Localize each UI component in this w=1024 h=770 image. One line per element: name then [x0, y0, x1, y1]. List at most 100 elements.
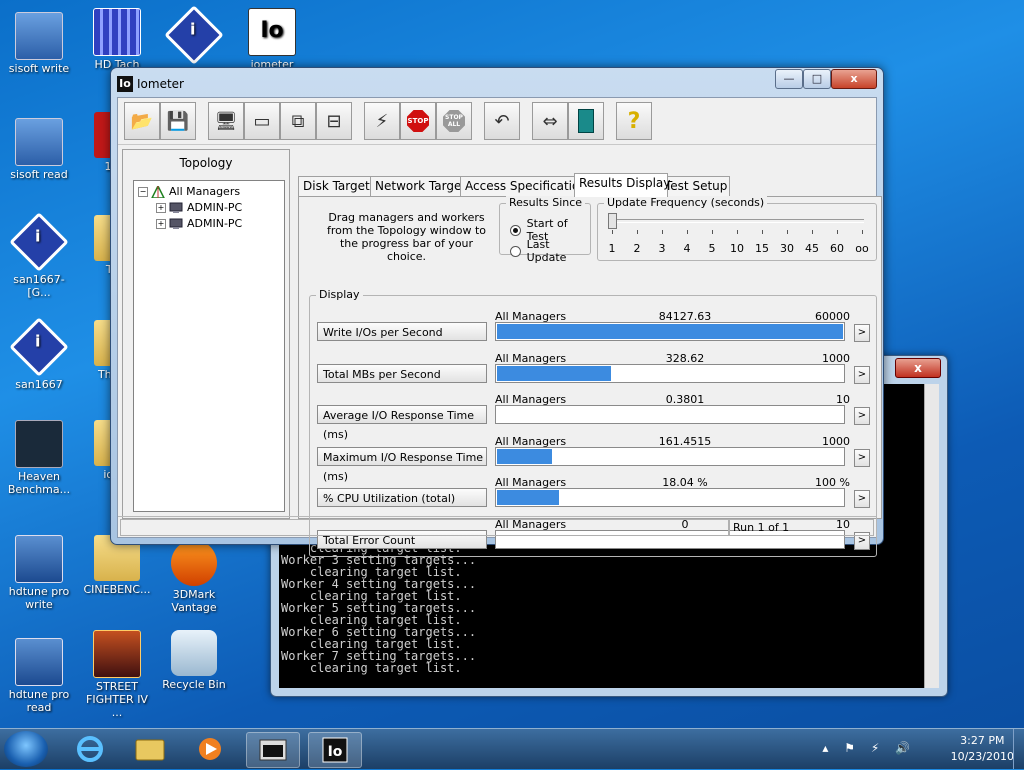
- hd-tach-icon[interactable]: [93, 8, 141, 56]
- heaven-icon[interactable]: [15, 420, 63, 468]
- taskbar-media-player-icon[interactable]: [184, 732, 236, 766]
- progress-bar[interactable]: [495, 488, 845, 507]
- open-config-icon: 📂: [130, 110, 154, 132]
- desktop-icon-3dmark[interactable]: 3DMark Vantage: [157, 540, 231, 614]
- desktop-icon-label: STREET FIGHTER IV ...: [86, 680, 148, 719]
- result-row: Maximum I/O Response Time (ms) All Manage…: [310, 427, 876, 483]
- sisoftware-icon[interactable]: i: [164, 5, 224, 65]
- tree-node-manager[interactable]: + ADMIN-PC: [156, 217, 242, 230]
- desktop-icon-san1667[interactable]: i san1667: [2, 317, 76, 391]
- stop-all-button[interactable]: STOP ALL: [436, 102, 472, 140]
- progress-bar[interactable]: [495, 322, 845, 341]
- frequency-slider-thumb[interactable]: [608, 213, 617, 229]
- slider-tick-label: 15: [755, 242, 769, 255]
- desktop-icon-hdtune-read[interactable]: hdtune pro read: [2, 638, 76, 714]
- slider-tick-mark: [612, 230, 613, 234]
- tray-icons[interactable]: ▴ ⚑ ⚡ 🔊: [822, 741, 916, 755]
- desktop-icon-recycle-bin[interactable]: Recycle Bin: [157, 630, 231, 691]
- slider-tick-mark: [637, 230, 638, 234]
- expand-arrow-button[interactable]: >: [854, 365, 870, 384]
- expand-icon[interactable]: +: [156, 202, 166, 213]
- console-close-button[interactable]: x: [895, 358, 941, 378]
- new-disk-worker-button[interactable]: 🖥: [208, 102, 244, 140]
- title-bar[interactable]: Io Iometer — □ x: [111, 68, 883, 96]
- reset-workers-icon: ↶: [494, 110, 510, 132]
- slider-tick-mark: [812, 230, 813, 234]
- start-tests-button[interactable]: ⚡: [364, 102, 400, 140]
- minimize-button[interactable]: —: [775, 69, 803, 89]
- expand-icon[interactable]: +: [156, 218, 166, 229]
- taskbar-console-icon[interactable]: [246, 732, 300, 768]
- recycle-bin-icon[interactable]: [171, 630, 217, 676]
- open-config-button[interactable]: 📂: [124, 102, 160, 140]
- save-config-button[interactable]: 💾: [160, 102, 196, 140]
- slider-tick-label: 1: [608, 242, 616, 255]
- tab-test-setup[interactable]: Test Setup: [660, 176, 730, 196]
- show-desktop-button[interactable]: [1013, 729, 1024, 769]
- iometer-app-icon: Io: [117, 76, 133, 92]
- tray-clock[interactable]: 3:27 PM 10/23/2010: [951, 733, 1014, 765]
- disconnect-button[interactable]: ⊟: [316, 102, 352, 140]
- street-fighter-icon[interactable]: [93, 630, 141, 678]
- maximize-button[interactable]: □: [803, 69, 831, 89]
- progress-bar[interactable]: [495, 363, 845, 383]
- metric-select-button[interactable]: Total MBs per Second: [317, 363, 487, 383]
- metric-select-button[interactable]: Write I/Os per Second: [317, 322, 487, 341]
- expand-arrow-button[interactable]: >: [854, 448, 870, 467]
- desktop-icon-label: hdtune pro read: [8, 688, 70, 714]
- 3dmark-icon[interactable]: [171, 540, 217, 586]
- desktop-icon-sisoft-read[interactable]: sisoft read: [2, 118, 76, 181]
- slider-tick-label: 5: [708, 242, 716, 255]
- taskbar-explorer-icon[interactable]: [124, 732, 176, 766]
- tree-node-all-managers[interactable]: − All Managers: [138, 185, 240, 198]
- metric-select-button[interactable]: % CPU Utilization (total): [317, 488, 487, 507]
- help-button[interactable]: ?: [616, 102, 652, 140]
- exit-button[interactable]: ⇔: [532, 102, 568, 140]
- hdtune-read-icon[interactable]: [15, 638, 63, 686]
- expand-arrow-button[interactable]: >: [854, 407, 870, 425]
- tab-disk-targets[interactable]: Disk Targets: [298, 176, 378, 196]
- expand-arrow-button[interactable]: >: [854, 324, 870, 342]
- topology-tree[interactable]: − All Managers + ADMIN-PC + ADMIN-PC: [133, 180, 285, 512]
- slider-tick-mark: [712, 230, 713, 234]
- hdtune-write-icon[interactable]: [15, 535, 63, 583]
- san1667-g-icon[interactable]: i: [9, 212, 69, 272]
- tab-access-specifications[interactable]: Access Specifications: [460, 176, 593, 196]
- expand-arrow-button[interactable]: >: [854, 490, 870, 508]
- taskbar-iometer-icon[interactable]: Io: [308, 732, 362, 768]
- reset-workers-button[interactable]: ↶: [484, 102, 520, 140]
- door-button[interactable]: [568, 102, 604, 140]
- desktop-icon-heaven[interactable]: Heaven Benchma...: [2, 420, 76, 496]
- new-network-worker-button[interactable]: ▭: [244, 102, 280, 140]
- frequency-slider-track[interactable]: [610, 219, 864, 223]
- metric-select-button[interactable]: Average I/O Response Time (ms): [317, 405, 487, 441]
- san1667-icon[interactable]: i: [9, 317, 69, 377]
- stop-button[interactable]: STOP: [400, 102, 436, 140]
- desktop-icon-street-fighter[interactable]: STREET FIGHTER IV ...: [80, 630, 154, 719]
- tab-results-display[interactable]: Results Display: [574, 173, 670, 197]
- metric-select-button[interactable]: Maximum I/O Response Time (ms): [317, 446, 487, 483]
- iometer-icon[interactable]: Io: [248, 8, 296, 56]
- collapse-icon[interactable]: −: [138, 186, 148, 197]
- progress-bar[interactable]: [495, 446, 845, 466]
- progress-bar[interactable]: [495, 405, 845, 424]
- desktop-icon-san1667-g[interactable]: i san1667-[G...: [2, 212, 76, 299]
- tab-network-targets[interactable]: Network Targets: [370, 176, 472, 196]
- duplicate-worker-button[interactable]: ⧉: [280, 102, 316, 140]
- radio-unselected-icon[interactable]: [510, 245, 521, 257]
- desktop-icon-iometer[interactable]: Io iometer: [235, 8, 309, 71]
- console-scrollbar[interactable]: [924, 384, 939, 688]
- start-button[interactable]: [4, 731, 48, 767]
- sisoft-write-icon[interactable]: [15, 12, 63, 60]
- update-frequency-label: Update Frequency (seconds): [604, 196, 768, 209]
- taskbar-ie-icon[interactable]: [64, 732, 116, 766]
- desktop-icon-label: sisoft read: [10, 168, 68, 181]
- radio-last-update[interactable]: Last Update: [510, 238, 590, 264]
- radio-selected-icon[interactable]: [510, 224, 521, 236]
- desktop-icon-hd-tach[interactable]: HD Tach: [80, 8, 154, 71]
- close-button[interactable]: x: [831, 69, 877, 89]
- desktop-icon-hdtune-write[interactable]: hdtune pro write: [2, 535, 76, 611]
- sisoft-read-icon[interactable]: [15, 118, 63, 166]
- tree-node-manager[interactable]: + ADMIN-PC: [156, 201, 242, 214]
- desktop-icon-sisoft-write[interactable]: sisoft write: [2, 12, 76, 75]
